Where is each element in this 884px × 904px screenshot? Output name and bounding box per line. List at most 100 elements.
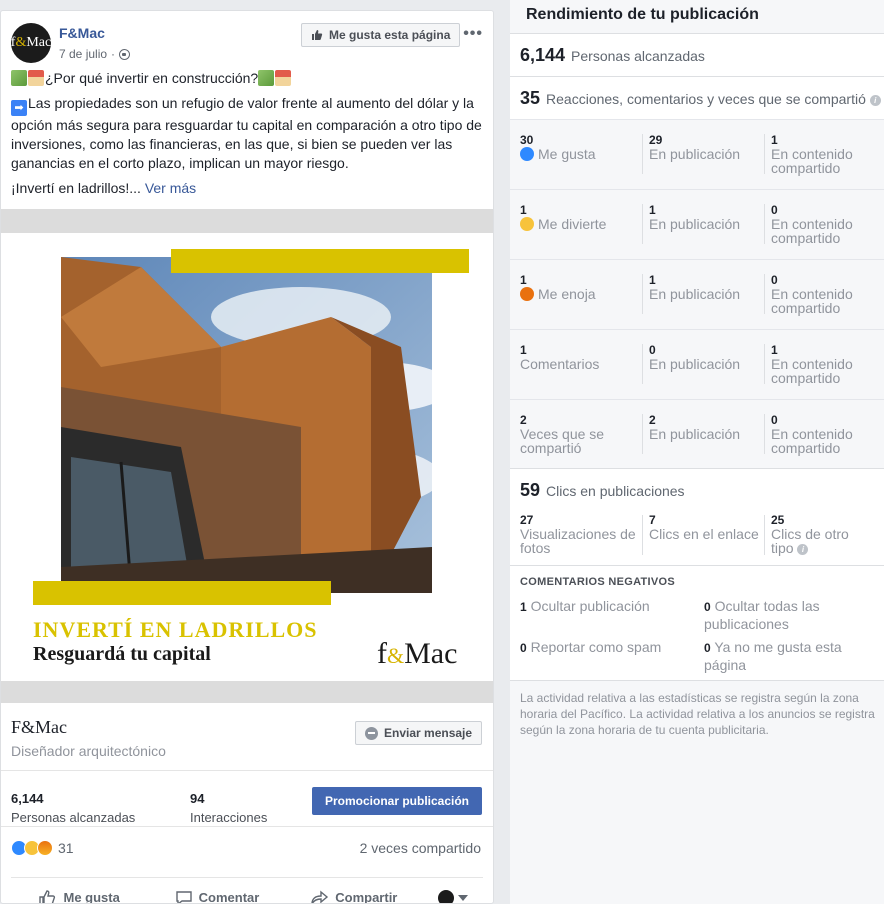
divider: [764, 414, 765, 454]
money-emoji-icon: [11, 70, 27, 86]
divider: [764, 274, 765, 314]
shares-count[interactable]: 2 veces compartido: [360, 840, 481, 856]
breakdown-type-label: Comentarios: [520, 356, 600, 372]
image-logo-f: f: [377, 637, 387, 670]
breakdown-total-value: 1: [520, 273, 527, 287]
clicks-other-label-2: tipo: [771, 540, 794, 556]
thumbs-up-icon: [312, 30, 323, 40]
breakdown-total-value: 1: [520, 343, 527, 357]
clicks-other-label: Clics de otro: [771, 526, 849, 542]
breakdown-total: 1 Me enoja: [520, 273, 596, 301]
post-text-para2: ➡ Las propiedades son un refugio de valor…: [11, 94, 483, 173]
breakdown-on-shares-label-2: compartido: [771, 230, 841, 246]
divider: [764, 344, 765, 384]
reactions-summary[interactable]: 31: [11, 840, 74, 856]
see-more-link[interactable]: Ver más: [145, 180, 196, 196]
breakdown-on-post: 1 En publicación: [649, 203, 740, 231]
page-avatar[interactable]: f&Mac: [11, 23, 51, 63]
breakdown-on-post: 2 En publicación: [649, 413, 740, 441]
breakdown-on-post-label: En publicación: [649, 356, 741, 372]
page-info-card: F&Mac Diseñador arquitectónico Enviar me…: [1, 703, 493, 771]
yellow-accent-bar-bottom: [33, 581, 331, 605]
info-icon[interactable]: i: [869, 95, 881, 106]
send-message-button[interactable]: Enviar mensaje: [355, 721, 483, 745]
promote-post-button[interactable]: Promocionar publicación: [312, 787, 482, 815]
breakdown-on-shares-label: En contenido: [771, 216, 853, 232]
clicks-photos-label: Visualizaciones de: [520, 526, 636, 542]
reaction-breakdown-row: 1 Me enoja 1 En publicación 0 En contenido com…: [510, 259, 884, 329]
breakdown-total-value: 30: [520, 133, 534, 147]
insights-title: Rendimiento de tu publicación: [526, 6, 759, 23]
thumbs-up-icon: [39, 889, 56, 903]
reaction-breakdown-row: 30 Me gusta 29 En publicación 1 En contenido c…: [510, 119, 884, 189]
unlike-page-label-2: página: [704, 657, 747, 673]
breakdown-on-shares-value: 0: [771, 413, 778, 427]
clicks-photos-value: 27: [520, 513, 534, 527]
angry-reaction-icon: [37, 840, 53, 856]
breakdown-total-value: 2: [520, 413, 527, 427]
breakdown-on-shares-value: 1: [771, 133, 778, 147]
page-name-link[interactable]: F&Mac: [59, 25, 105, 41]
hide-post-label: Ocultar publicación: [530, 598, 650, 614]
post-date-text[interactable]: 7 de julio: [59, 47, 107, 61]
like-label: Me gusta: [63, 890, 120, 904]
negative-feedback-title: COMENTARIOS NEGATIVOS: [520, 576, 676, 588]
clicks-link-value: 7: [649, 513, 656, 527]
breakdown-on-post-value: 0: [649, 343, 656, 357]
breakdown-on-post: 1 En publicación: [649, 273, 740, 301]
angry-reaction-icon: [520, 287, 534, 301]
page-info-name[interactable]: F&Mac: [11, 717, 67, 738]
divider: [642, 134, 643, 174]
like-page-label: Me gusta esta página: [329, 28, 451, 42]
comment-button[interactable]: Comentar: [148, 890, 285, 903]
breakdown-on-post: 29 En publicación: [649, 133, 740, 161]
haha-reaction-icon: [520, 217, 534, 231]
breakdown-total-value: 1: [520, 203, 527, 217]
like-button[interactable]: Me gusta: [11, 889, 148, 904]
breakdown-on-shares-value: 1: [771, 343, 778, 357]
post-as-selector[interactable]: [423, 889, 483, 903]
post-card: f&Mac F&Mac 7 de julio · Me gusta esta p…: [0, 10, 494, 904]
image-logo-amp: &: [387, 643, 405, 668]
page-info-category: Diseñador arquitectónico: [11, 743, 166, 759]
breakdown-on-shares-value: 0: [771, 273, 778, 287]
hide-all-value: 0: [704, 600, 711, 614]
unlike-page-label: Ya no me gusta esta: [714, 639, 842, 655]
breakdown-on-shares: 0 En contenido compartido: [771, 273, 853, 315]
post-text-line3: ¡Invertí en ladrillos!... Ver más: [11, 179, 483, 198]
breakdown-on-post-label: En publicación: [649, 286, 741, 302]
divider: [764, 515, 765, 555]
chevron-down-icon: [457, 894, 468, 901]
share-icon: [311, 890, 329, 903]
breakdown-on-post-label: En publicación: [649, 146, 741, 162]
more-options-icon[interactable]: •••: [463, 25, 483, 43]
image-logo: f&Mac: [377, 637, 457, 671]
hide-all-label: Ocultar todas las: [714, 598, 820, 614]
like-page-button[interactable]: Me gusta esta página: [301, 23, 461, 47]
clicks-photos-label-2: fotos: [520, 540, 551, 556]
divider: [764, 134, 765, 174]
send-message-label: Enviar mensaje: [384, 726, 473, 740]
share-button[interactable]: Compartir: [286, 890, 423, 903]
breakdown-on-shares-label-2: compartido: [771, 160, 841, 176]
post-text-line1: ¿Por qué invertir en construcción?: [11, 69, 483, 88]
money-emoji-icon: [258, 70, 275, 86]
unlike-page-value: 0: [704, 641, 711, 655]
breakdown-total: 1 Me divierte: [520, 203, 606, 231]
post-date[interactable]: 7 de julio ·: [59, 47, 131, 61]
divider: [642, 515, 643, 555]
breakdown-on-shares-label-2: compartido: [771, 370, 841, 386]
clicks-block: 59 Clics en publicaciones 27 Visualizacio…: [510, 469, 884, 565]
info-icon[interactable]: i: [797, 544, 809, 555]
post-image[interactable]: INVERTÍ EN LADRILLOS Resguardá tu capita…: [1, 209, 493, 703]
breakdown-on-shares-label-2: compartido: [771, 300, 841, 316]
like-reaction-icon: [520, 147, 534, 161]
reactions-bar: 31 2 veces compartido: [11, 837, 481, 859]
report-spam-label: Reportar como spam: [530, 639, 662, 655]
yellow-accent-bar-top: [171, 249, 469, 273]
divider: [510, 680, 884, 681]
breakdown-total: 1 Comentarios: [520, 343, 599, 371]
reaction-breakdown-row: 1 Me divierte 1 En publicación 0 En contenido…: [510, 189, 884, 259]
breakdown-type-label: Me enoja: [538, 286, 596, 302]
reaction-count[interactable]: 31: [58, 840, 74, 856]
